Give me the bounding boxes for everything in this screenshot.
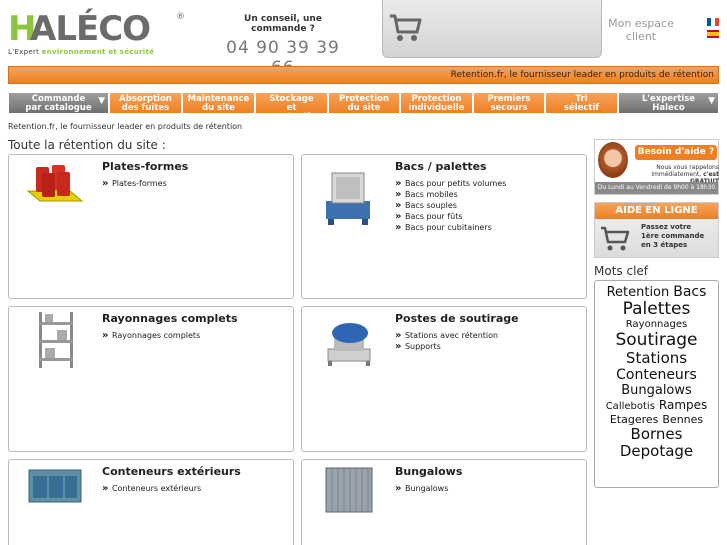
language-selector [707, 18, 719, 42]
card-link[interactable]: Bacs pour petits volumes [395, 178, 506, 189]
conteneurs-image [28, 469, 82, 503]
keyword-link[interactable]: Stations [626, 351, 687, 366]
chevron-down-icon: ▼ [98, 96, 105, 106]
card-link[interactable]: Rayonnages complets [102, 330, 200, 341]
cart-icon[interactable] [389, 12, 423, 44]
card-title[interactable]: Bungalows [395, 465, 462, 478]
category-card-soutirage[interactable]: Postes de soutirage Stations avec rétent… [301, 306, 587, 452]
keyword-link[interactable]: Rampes [659, 399, 707, 411]
card-link[interactable]: Supports [395, 341, 498, 352]
card-links: Plates-formes [102, 178, 167, 189]
nav-stockage[interactable]: Stockage et manutention [255, 92, 328, 122]
keyword-link[interactable]: Bacs [673, 285, 706, 299]
category-card-rayonnages[interactable]: Rayonnages complets Rayonnages complets [8, 306, 294, 452]
keyword-link[interactable]: Retention [607, 286, 670, 299]
online-help-banner[interactable]: AIDE EN LIGNE Passez votre 1ère commande… [594, 202, 719, 258]
bacs-palettes-image [326, 172, 370, 225]
keyword-link[interactable]: Bennes [662, 414, 703, 425]
logo-tagline: L'Expert environnement et sécurité [8, 48, 155, 56]
card-link[interactable]: Stations avec rétention [395, 330, 498, 341]
contact-title: Un conseil, une commande ? [244, 14, 322, 34]
card-title[interactable]: Plates-formes [102, 160, 188, 173]
keyword-link[interactable]: Bornes [631, 427, 683, 442]
flag-es-icon[interactable] [707, 30, 719, 38]
bungalows-image [325, 467, 373, 513]
keyword-link[interactable]: Depotage [620, 444, 693, 459]
haleco-logo[interactable]: H ALÉCO ® L'Expert environnement et sécu… [8, 10, 188, 60]
nav-absorption[interactable]: Absorption des fuites [109, 92, 182, 114]
logo-registered: ® [176, 12, 185, 22]
card-title[interactable]: Conteneurs extérieurs [102, 465, 241, 478]
cart-icon [601, 226, 630, 251]
rayonnages-image [39, 312, 73, 368]
card-link[interactable]: Conteneurs extérieurs [102, 483, 201, 494]
banner-text: Retention.fr, le fournisseur leader en p… [450, 70, 714, 80]
logo-text: ALÉCO [30, 9, 151, 49]
main-nav: Commande par catalogue ▼ Absorption des fu… [8, 92, 719, 122]
category-card-bacs-palettes[interactable]: Bacs / palettes Bacs pour petits volumes… [301, 154, 587, 299]
chevron-down-icon: ▼ [708, 96, 715, 106]
card-title[interactable]: Bacs / palettes [395, 160, 487, 173]
keyword-link[interactable]: Callebotis [606, 402, 655, 412]
card-links: Conteneurs extérieurs [102, 483, 201, 494]
plates-formes-image [26, 165, 84, 202]
advisor-avatar [598, 142, 628, 178]
card-link[interactable]: Bacs pour fûts [395, 211, 506, 222]
keyword-link[interactable]: Conteneurs [616, 368, 697, 382]
card-links: Rayonnages complets [102, 330, 200, 341]
card-links: Bungalows [395, 483, 448, 494]
keyword-link[interactable]: Etageres [610, 414, 659, 425]
keyword-link[interactable]: Bungalows [621, 384, 692, 397]
card-link[interactable]: Bacs pour cubitainers [395, 222, 506, 233]
card-link[interactable]: Bungalows [395, 483, 448, 494]
keywords-title: Mots clef [594, 264, 649, 278]
online-help-title: AIDE EN LIGNE [595, 203, 718, 219]
card-links: Bacs pour petits volumes Bacs mobiles Ba… [395, 178, 506, 233]
nav-protection-site[interactable]: Protection du site [328, 92, 400, 114]
opening-hours: Du Lundi au Vendredi de 9h00 à 18h30 [595, 182, 718, 194]
account-link[interactable]: Mon espace client [605, 17, 677, 43]
online-help-text: Passez votre 1ère commande en 3 étapes [641, 223, 705, 249]
keyword-link[interactable]: Soutirage [615, 332, 697, 349]
flag-fr-icon[interactable] [707, 18, 719, 26]
nav-tri-selectif[interactable]: Tri sélectif [545, 92, 618, 114]
page-subtitle: Retention.fr, le fournisseur leader en p… [8, 122, 243, 131]
category-card-bungalows[interactable]: Bungalows Bungalows [301, 459, 587, 545]
category-card-conteneurs[interactable]: Conteneurs extérieurs Conteneurs extérie… [8, 459, 294, 545]
card-link[interactable]: Bacs souples [395, 200, 506, 211]
nav-premiers-secours[interactable]: Premiers secours [473, 92, 545, 114]
card-links: Stations avec rétention Supports [395, 330, 498, 352]
card-link[interactable]: Bacs mobiles [395, 189, 506, 200]
keyword-cloud: Retention Bacs Palettes Rayonnages Soutirage… [594, 280, 719, 488]
category-card-plates-formes[interactable]: Plates-formes Plates-formes [8, 154, 294, 299]
card-title[interactable]: Rayonnages complets [102, 312, 238, 325]
keyword-link[interactable]: Palettes [623, 301, 691, 318]
nav-protection-individuelle[interactable]: Protection individuelle [400, 92, 473, 114]
help-callback-banner[interactable]: Besoin d'aide ? Nous vous rappelons immé… [594, 139, 719, 195]
nav-maintenance[interactable]: Maintenance du site [182, 92, 255, 114]
card-title[interactable]: Postes de soutirage [395, 312, 519, 325]
help-button[interactable]: Besoin d'aide ? [635, 145, 717, 160]
cart-box[interactable] [382, 0, 602, 58]
section-heading: Toute la rétention du site : [8, 138, 166, 152]
orange-banner: Retention.fr, le fournisseur leader en p… [8, 66, 719, 84]
nav-expertise-haleco[interactable]: L'expertise Haleco ▼ [618, 92, 719, 114]
keyword-link[interactable]: Rayonnages [626, 320, 687, 330]
nav-commande-catalogue[interactable]: Commande par catalogue ▼ [8, 92, 109, 114]
card-link[interactable]: Plates-formes [102, 178, 167, 189]
soutirage-image [327, 323, 371, 366]
